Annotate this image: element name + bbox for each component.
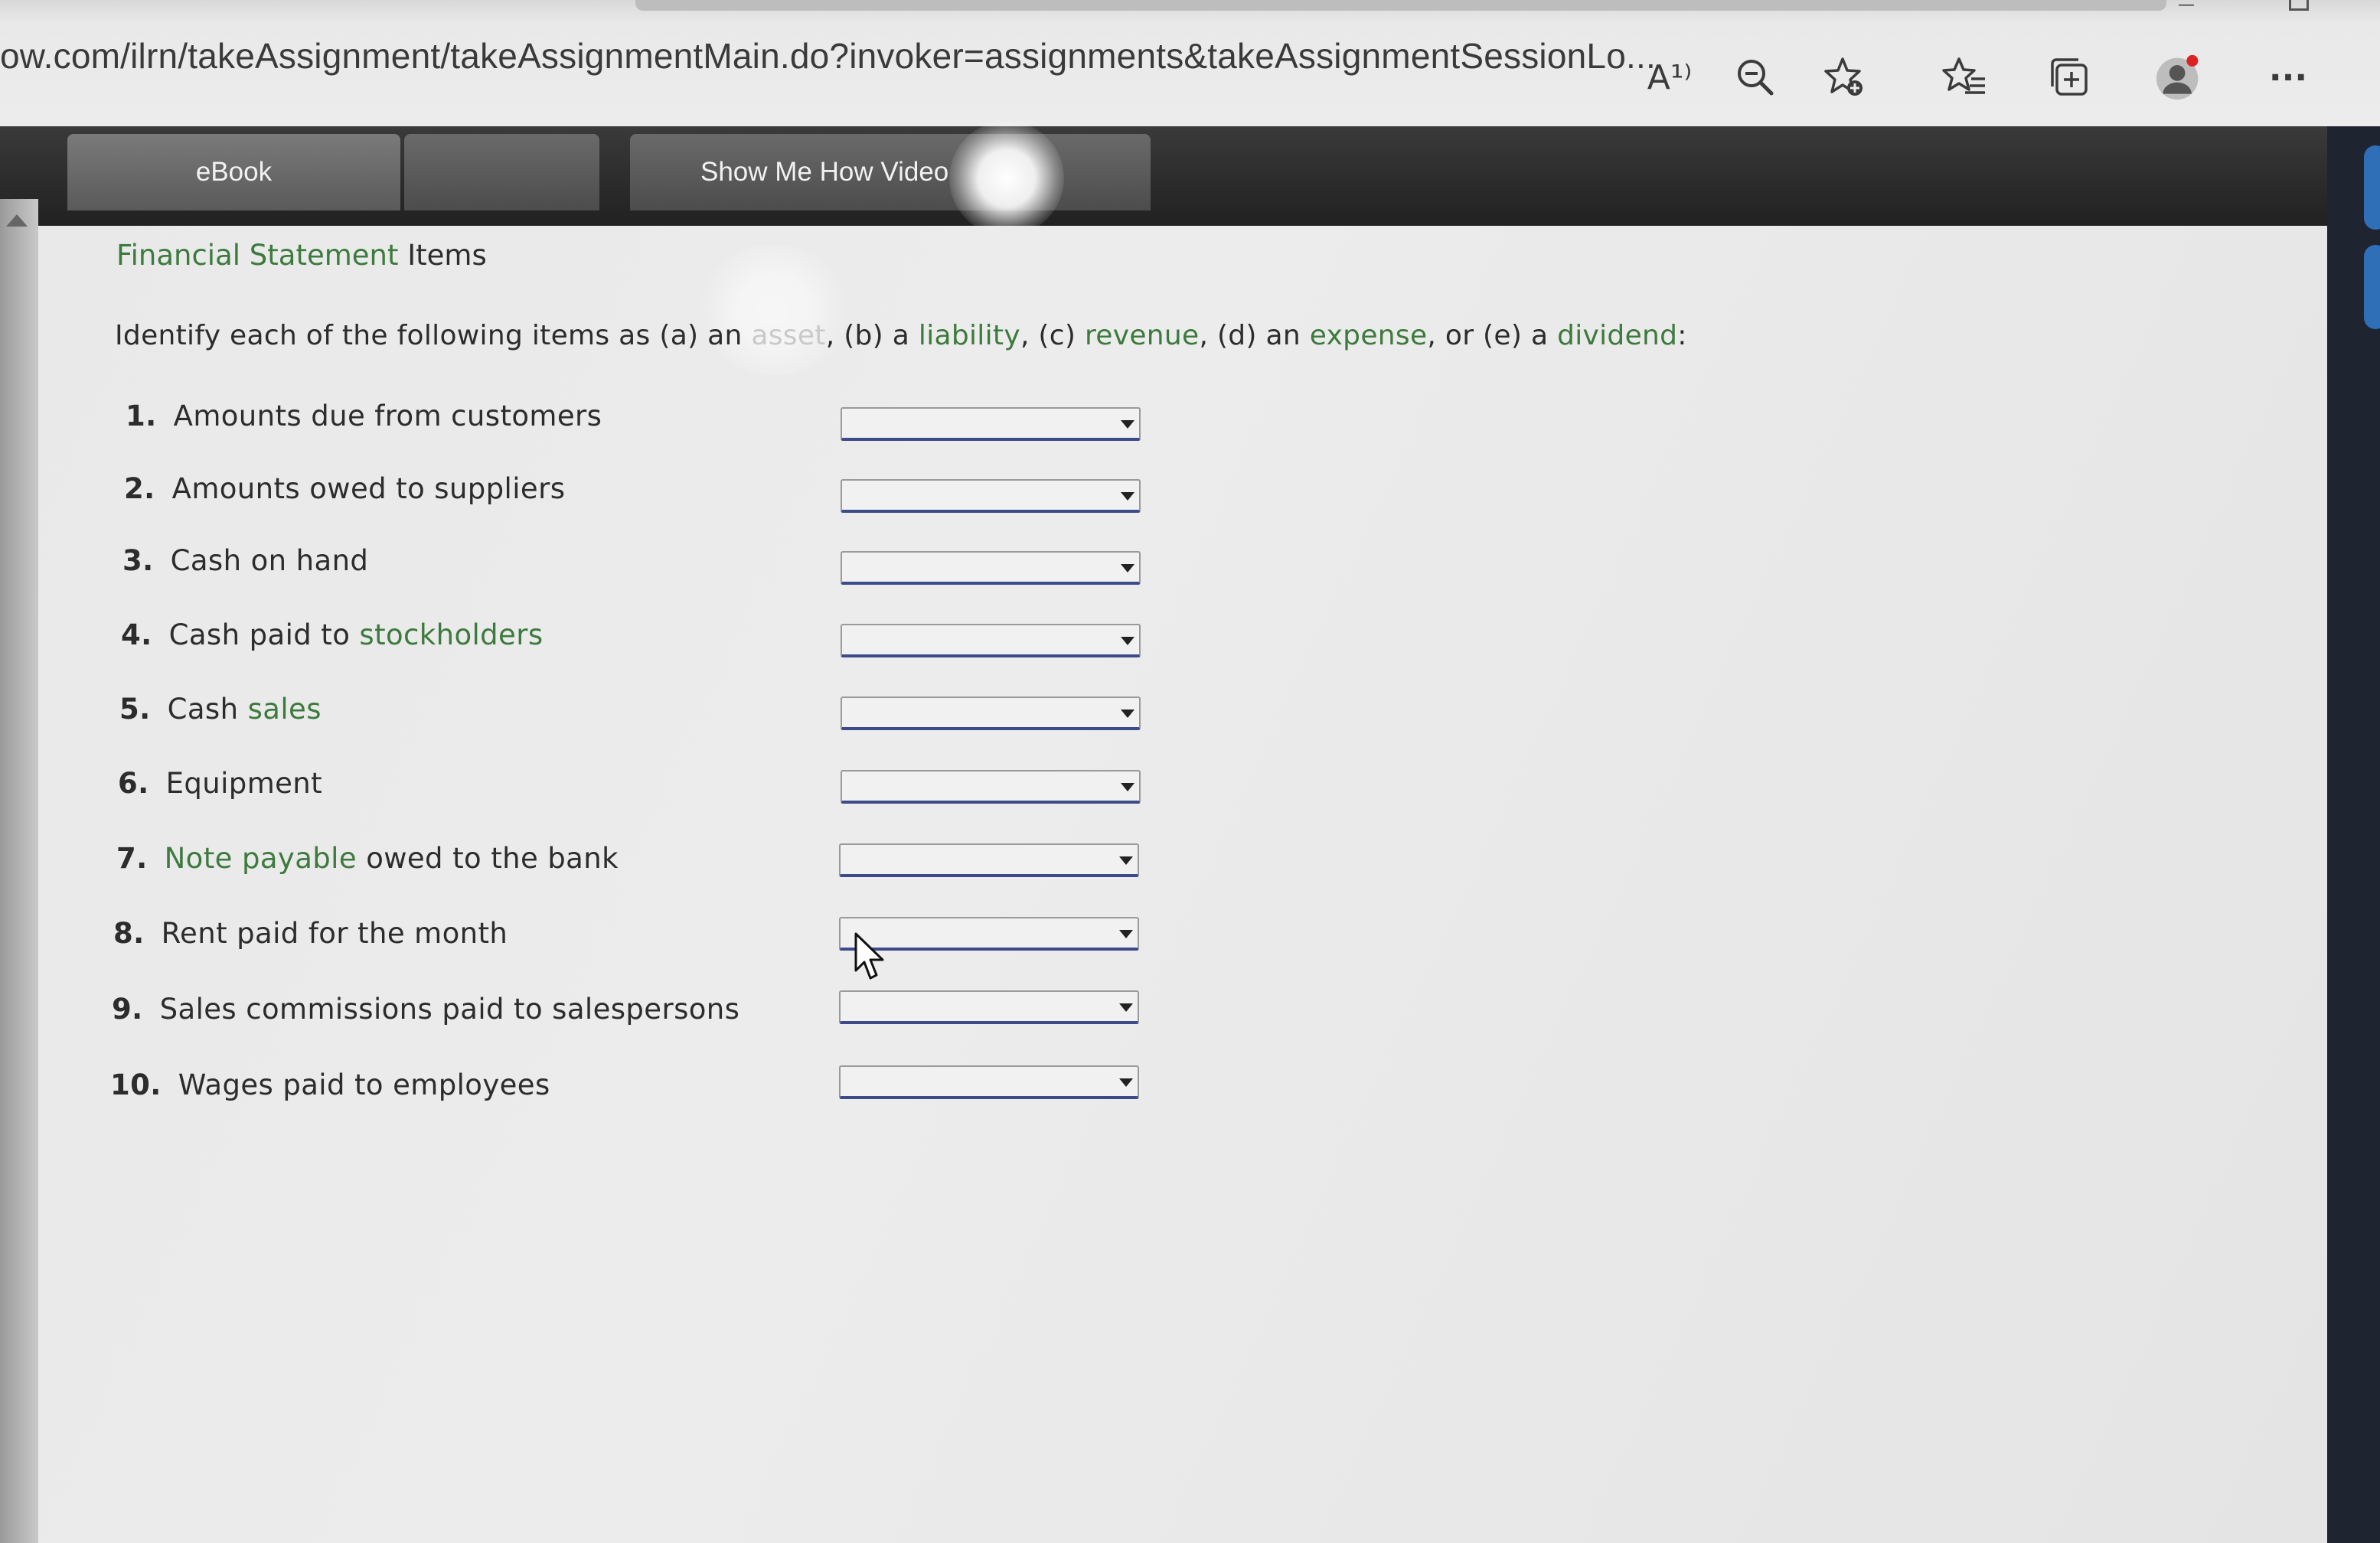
answer-select-5[interactable]: [841, 696, 1141, 730]
browser-tab-strip: [635, 0, 2166, 11]
item-number: 7.: [116, 842, 148, 875]
question-item-10: 10. Wages paid to employees: [110, 1068, 550, 1101]
mouse-cursor-icon: [854, 932, 888, 981]
answer-select-9[interactable]: [839, 990, 1139, 1024]
left-scroll-rail[interactable]: [0, 199, 38, 1543]
dropdown-caret-icon: [1121, 710, 1134, 718]
answer-select-1[interactable]: [841, 407, 1141, 441]
item-label: Equipment: [165, 767, 323, 800]
question-item-1: 1. Amounts due from customers: [126, 400, 602, 432]
instructions-text: , (d) an: [1199, 320, 1310, 351]
tab-ebook[interactable]: eBook: [67, 134, 400, 210]
dropdown-caret-icon: [1121, 492, 1134, 501]
profile-avatar-icon[interactable]: [2155, 54, 2202, 101]
answer-select-4[interactable]: [841, 624, 1141, 657]
item-number: 9.: [112, 993, 143, 1026]
dropdown-caret-icon: [1121, 783, 1134, 791]
section-title: Financial Statement Items: [116, 239, 487, 272]
more-options-icon[interactable]: ···: [2264, 54, 2312, 101]
dropdown-caret-icon: [1121, 637, 1134, 645]
item-label: Sales commissions paid to salespersons: [159, 993, 740, 1026]
address-bar-url[interactable]: ow.com/ilrn/takeAssignment/takeAssignmen…: [0, 29, 1656, 83]
item-number: 3.: [122, 544, 154, 577]
item-term-link-note-payable[interactable]: Note payable: [165, 842, 357, 875]
side-panel-tab[interactable]: [2364, 145, 2380, 230]
window-right-edge: [2327, 126, 2380, 1543]
tab-show-me-how-video[interactable]: Show Me How Video: [630, 134, 1151, 210]
item-term-link-stockholders[interactable]: stockholders: [359, 618, 543, 651]
tab-video-label: Show Me How Video: [700, 157, 949, 187]
question-item-2: 2. Amounts owed to suppliers: [124, 472, 565, 505]
answer-select-2[interactable]: [841, 479, 1141, 513]
answer-select-7[interactable]: [839, 843, 1139, 877]
tab-blank[interactable]: [404, 134, 599, 210]
question-item-7: 7. Note payable owed to the bank: [116, 842, 619, 875]
question-item-6: 6. Equipment: [118, 767, 322, 800]
item-label: Cash paid to: [168, 618, 360, 651]
item-term-link-sales[interactable]: sales: [248, 693, 322, 726]
side-panel-tab-2[interactable]: [2364, 245, 2380, 329]
question-item-9: 9. Sales commissions paid to salespersons: [112, 993, 739, 1026]
item-label-tail: owed to the bank: [357, 842, 619, 875]
instructions-text: , (b) a: [825, 320, 919, 351]
instructions-text: , or (e) a: [1427, 320, 1558, 351]
item-label: Amounts owed to suppliers: [171, 472, 566, 505]
question-item-5: 5. Cash sales: [119, 693, 322, 726]
read-aloud-icon[interactable]: A¹⁾: [1646, 54, 1693, 101]
item-label: Cash: [167, 693, 248, 726]
question-item-4: 4. Cash paid to stockholders: [121, 618, 544, 651]
term-asset[interactable]: asset: [751, 320, 825, 351]
dropdown-caret-icon: [1119, 1078, 1133, 1087]
minimize-icon[interactable]: —: [2178, 0, 2209, 14]
answer-select-3[interactable]: [841, 551, 1141, 585]
dropdown-caret-icon: [1119, 930, 1133, 938]
title-link-financial-statement[interactable]: Financial Statement: [116, 239, 398, 272]
restore-icon[interactable]: [2289, 0, 2309, 11]
instructions: Identify each of the following items as …: [115, 320, 1687, 351]
term-revenue[interactable]: revenue: [1085, 320, 1200, 351]
dropdown-caret-icon: [1119, 1003, 1133, 1012]
question-item-8: 8. Rent paid for the month: [113, 917, 508, 950]
instructions-text: , (c): [1020, 320, 1085, 351]
item-number: 2.: [124, 472, 155, 505]
item-number: 4.: [121, 618, 152, 651]
favorites-icon[interactable]: [1941, 54, 1988, 101]
term-liability[interactable]: liability: [919, 320, 1020, 351]
zoom-out-icon[interactable]: [1732, 54, 1779, 101]
answer-select-6[interactable]: [841, 770, 1141, 804]
add-favorite-icon[interactable]: [1820, 54, 1868, 101]
item-number: 8.: [113, 917, 145, 950]
item-label: Cash on hand: [170, 544, 369, 577]
collections-icon[interactable]: [2045, 54, 2093, 101]
term-expense[interactable]: expense: [1310, 320, 1428, 351]
item-number: 10.: [110, 1068, 162, 1101]
dropdown-caret-icon: [1119, 856, 1133, 865]
item-number: 1.: [126, 400, 157, 432]
answer-select-10[interactable]: [839, 1065, 1139, 1099]
dropdown-caret-icon: [1121, 564, 1134, 573]
dropdown-caret-icon: [1121, 420, 1134, 429]
item-number: 6.: [118, 767, 149, 800]
title-text: Items: [398, 239, 487, 272]
item-label: Wages paid to employees: [178, 1068, 550, 1101]
scroll-up-icon[interactable]: [6, 214, 28, 227]
item-label: Rent paid for the month: [161, 917, 508, 950]
instructions-text: :: [1677, 320, 1687, 351]
tab-ebook-label: eBook: [195, 157, 273, 187]
question-item-3: 3. Cash on hand: [122, 544, 368, 577]
item-label: Amounts due from customers: [173, 400, 602, 432]
term-dividend[interactable]: dividend: [1557, 320, 1677, 351]
instructions-text: Identify each of the following items as …: [115, 320, 752, 351]
item-number: 5.: [119, 693, 151, 726]
